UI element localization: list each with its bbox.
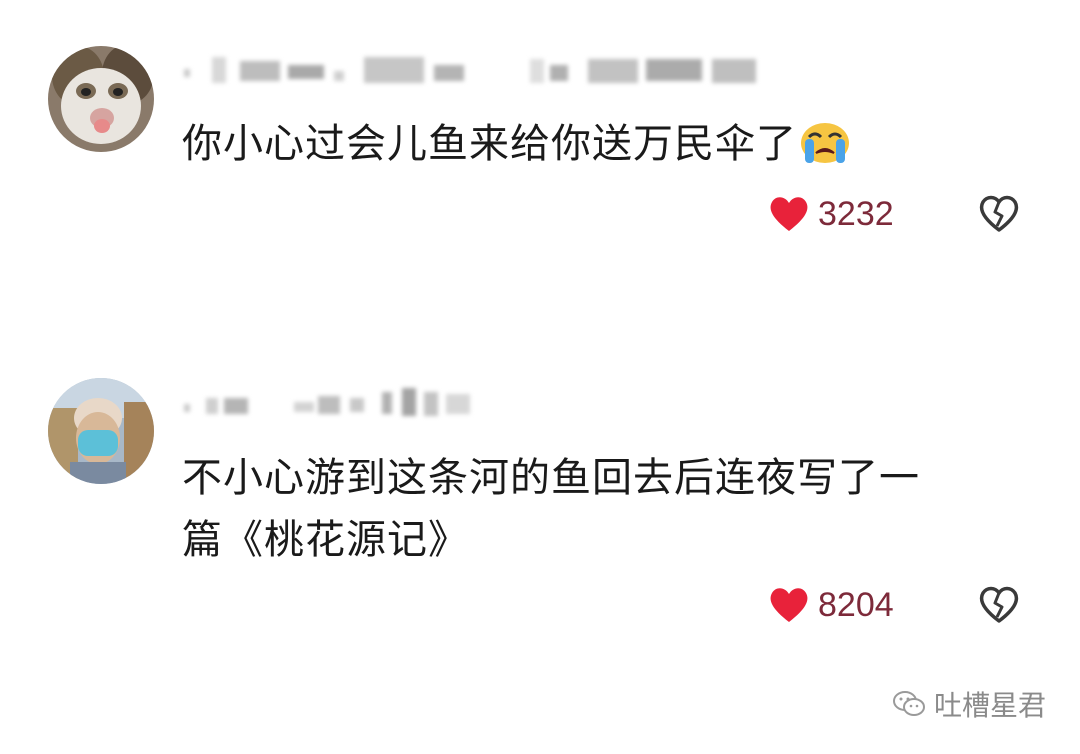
watermark: 吐槽星君 [892,684,1046,724]
masked-person-avatar-image [48,378,154,484]
username-blurred[interactable] [184,388,494,418]
wechat-icon [892,691,925,716]
comment-item: 不小心游到这条河的鱼回去后连夜写了一 篇《桃花源记》 8204 [0,0,1080,660]
comment-text: 不小心游到这条河的鱼回去后连夜写了一 篇《桃花源记》 [182,452,920,566]
like-count: 8204 [818,586,894,624]
avatar[interactable] [48,378,154,484]
broken-heart-dislike-icon[interactable] [977,585,1021,625]
like-button[interactable]: 8204 [768,583,918,629]
comment-text-line: 篇《桃花源记》 [182,517,469,563]
comment-text-line: 不小心游到这条河的鱼回去后连夜写了一 [182,455,920,501]
watermark-text: 吐槽星君 [933,689,1046,722]
heart-filled-icon [770,588,808,622]
